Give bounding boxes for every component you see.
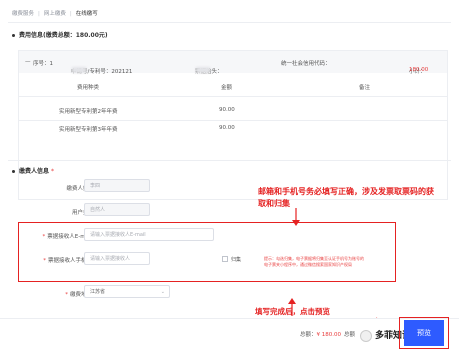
required-mark: * <box>51 168 55 175</box>
email-label: * 票据接收人E-mail <box>42 234 93 240</box>
email-input[interactable]: 请输入票据接收人E-mail <box>84 228 214 241</box>
phone-label: * 票据接收人手机号 <box>43 258 92 264</box>
fee-type-cell: 实用新型专利第2年年费 <box>59 109 118 115</box>
breadcrumb-item-current: 在线缴写 <box>75 11 98 17</box>
column-header-amount: 金额 <box>221 85 233 91</box>
watermark-logo-icon <box>360 330 372 342</box>
divider <box>8 22 451 23</box>
footer-total: 总额：¥ 180.00 总额 <box>300 332 356 338</box>
breadcrumb-item-payment-service[interactable]: 缴费服务 <box>12 11 34 17</box>
breadcrumb-item-online-payment[interactable]: 网上缴费 <box>44 11 66 17</box>
payer-name-field[interactable]: 李四 <box>84 179 150 192</box>
order-header: — 序号：1 申请号/专利号：202121 票据抬头： 统一社会信用代码： 小计… <box>19 51 447 75</box>
redacted-mask <box>196 67 210 73</box>
divider <box>8 160 451 161</box>
collapse-icon[interactable]: — <box>25 59 31 65</box>
credit-code: 统一社会信用代码： <box>281 61 331 67</box>
footer-total-value: ¥ 180.00 <box>316 332 342 338</box>
subtotal-value: 180.00 <box>409 67 429 73</box>
table-divider <box>19 96 447 97</box>
annotation-email-phone: 邮箱和手机号务必填写正确，涉及发票取票码的获 取和归集 <box>258 187 434 208</box>
chevron-down-icon: ⌄ <box>160 289 165 295</box>
order-card: — 序号：1 申请号/专利号：202121 票据抬头： 统一社会信用代码： 小计… <box>18 50 448 200</box>
column-header-note: 备注 <box>359 85 371 91</box>
archive-label: 归集 <box>231 257 242 263</box>
phone-input[interactable]: 请输入票据接收人 <box>84 252 150 265</box>
user-type-field[interactable]: 自然人 <box>84 203 150 216</box>
redacted-mask <box>72 67 86 73</box>
fee-type-cell: 实用新型专利第3年年费 <box>59 127 118 133</box>
page: 缴费服务 | 网上缴费 | 在线缴写 费用信息(缴费总额：180.00元) — 序号：1… <box>0 0 459 353</box>
archive-tip: 提示：勾选归集，电子票据将归集至认证手机号为账号的 电子票夹小程序中，通过微信搜索… <box>264 256 364 267</box>
breadcrumb: 缴费服务 | 网上缴费 | 在线缴写 <box>12 9 98 17</box>
preview-highlight-box <box>399 317 449 349</box>
fee-info-title: 费用信息(缴费总额：180.00元) <box>12 30 108 39</box>
breadcrumb-separator: | <box>38 11 40 17</box>
payer-info-title: 缴费人信息 * <box>12 166 54 175</box>
region-label: * 缴费地区 <box>65 292 92 298</box>
breadcrumb-separator: | <box>69 11 72 17</box>
table-divider <box>19 120 447 121</box>
annotation-preview: 填写完成后，点击预览 <box>255 307 330 316</box>
archive-checkbox[interactable] <box>222 256 228 262</box>
amount-cell: 90.00 <box>219 125 235 131</box>
arrow-head-icon <box>288 298 296 304</box>
bullet-icon <box>12 170 15 173</box>
order-seq: 序号：1 <box>33 61 53 67</box>
region-select[interactable]: 江苏省 ⌄ <box>84 285 170 298</box>
bullet-icon <box>12 34 15 37</box>
amount-cell: 90.00 <box>219 107 235 113</box>
column-header-fee-type: 费用种类 <box>77 85 100 91</box>
